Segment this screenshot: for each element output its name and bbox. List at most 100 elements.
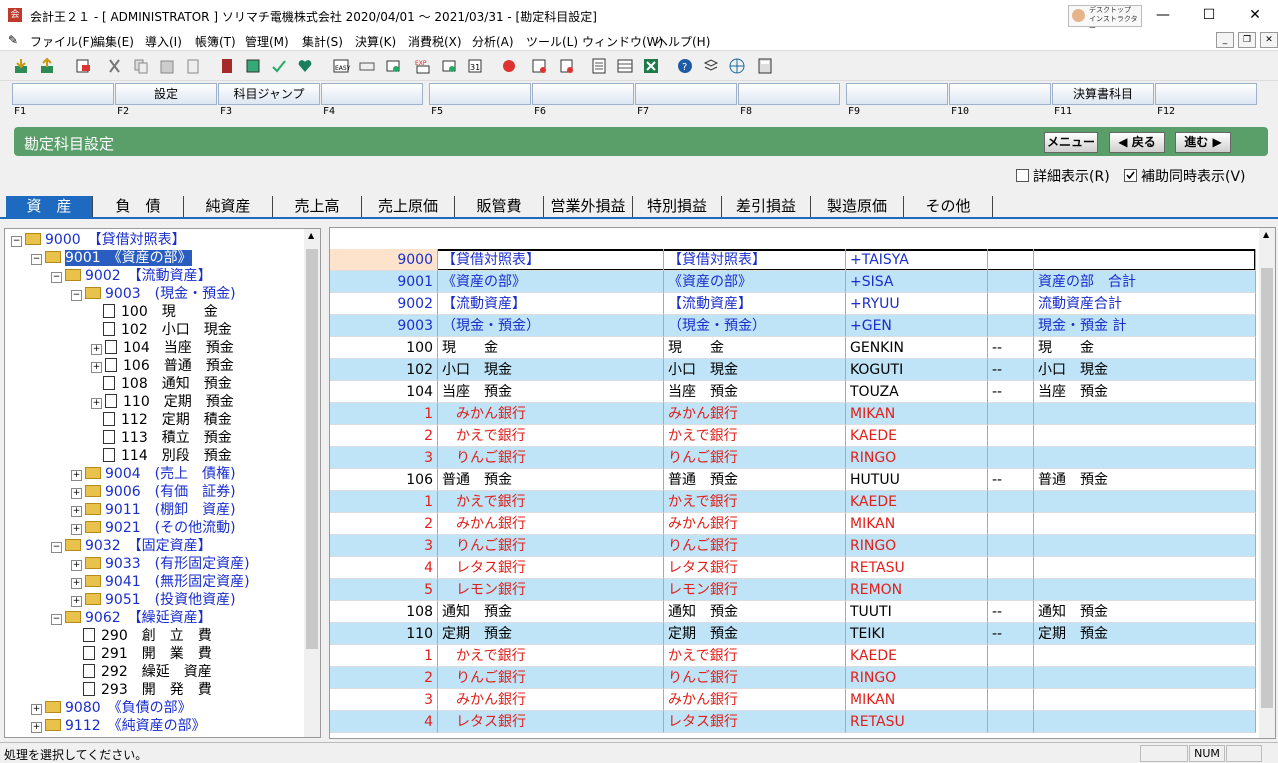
tree-node[interactable]: +9011 (棚卸 資産) xyxy=(71,501,236,519)
table-row[interactable]: 4 レタス銀行 レタス銀行 RETASU xyxy=(330,557,1256,579)
tab-other[interactable]: その他 xyxy=(904,196,993,217)
cell-formal-name[interactable]: かえで銀行 xyxy=(438,425,664,447)
tab-sga[interactable]: 販管費 xyxy=(455,196,544,217)
tab-assets[interactable]: 資 産 xyxy=(6,196,93,217)
scroll-up-icon[interactable]: ▲ xyxy=(308,231,314,240)
cell-code[interactable]: 1 xyxy=(330,645,438,667)
cell-formal-name[interactable]: りんご銀行 xyxy=(438,447,664,469)
cell-short-name[interactable]: 【貸借対照表】 xyxy=(664,249,846,271)
desktop-instructor-button[interactable]: デスクトップ インストラクター xyxy=(1068,5,1142,32)
tree-node[interactable]: 102 小口 現金 xyxy=(91,321,232,339)
f7-button[interactable] xyxy=(635,83,737,105)
cell-initial-key[interactable]: TOUZA xyxy=(846,381,988,403)
cell-short-name[interactable]: レタス銀行 xyxy=(664,711,846,733)
table-row[interactable]: 3 りんご銀行 りんご銀行 RINGO xyxy=(330,535,1256,557)
cell-statement-account[interactable]: 現金・預金 計 xyxy=(1034,315,1256,337)
tree-node[interactable]: +9004 (売上 債権) xyxy=(71,465,236,483)
minimize-icon[interactable]: — xyxy=(1140,0,1186,30)
tree-scrollbar[interactable]: ▲ xyxy=(304,229,320,737)
cell-formal-name[interactable]: かえで銀行 xyxy=(438,491,664,513)
exp-icon[interactable]: EXP xyxy=(414,57,432,75)
cell-initial-key[interactable]: RINGO xyxy=(846,447,988,469)
expand-icon[interactable]: + xyxy=(71,470,82,481)
menu-analysis[interactable]: 分析(A) xyxy=(472,33,514,50)
cell-statement-account[interactable]: 小口 現金 xyxy=(1034,359,1256,381)
cell-code[interactable]: 9001 xyxy=(330,271,438,293)
cell-statement-account[interactable] xyxy=(1034,403,1256,425)
cell-department[interactable] xyxy=(988,491,1034,513)
grid-scrollbar[interactable]: ▲ xyxy=(1259,228,1275,738)
cell-initial-key[interactable]: KAEDE xyxy=(846,491,988,513)
forward-button[interactable]: 進む ▶ xyxy=(1175,132,1231,153)
collapse-icon[interactable]: − xyxy=(51,542,62,553)
tree-node[interactable]: 113 積立 預金 xyxy=(91,429,232,447)
list-icon[interactable] xyxy=(590,57,608,75)
f4-button[interactable] xyxy=(321,83,423,105)
entry-icon[interactable] xyxy=(384,57,402,75)
collapse-icon[interactable]: − xyxy=(31,254,42,265)
paste-icon[interactable] xyxy=(158,57,176,75)
cell-statement-account[interactable]: 通知 預金 xyxy=(1034,601,1256,623)
cell-statement-account[interactable] xyxy=(1034,689,1256,711)
cell-department[interactable] xyxy=(988,249,1034,271)
tree-node[interactable]: 108 通知 預金 xyxy=(91,375,232,393)
collapse-icon[interactable]: − xyxy=(51,614,62,625)
tab-non-operating[interactable]: 営業外損益 xyxy=(544,196,633,217)
sync-checkbox-box[interactable] xyxy=(1124,169,1137,182)
cell-short-name[interactable]: りんご銀行 xyxy=(664,667,846,689)
cell-formal-name[interactable]: みかん銀行 xyxy=(438,513,664,535)
menu-closing[interactable]: 決算(K) xyxy=(355,33,396,50)
cell-formal-name[interactable]: 【流動資産】 xyxy=(438,293,664,315)
cell-code[interactable]: 2 xyxy=(330,425,438,447)
menu-button[interactable]: メニュー xyxy=(1044,132,1098,153)
table-row[interactable]: 102 小口 現金 小口 現金 KOGUTI -- 小口 現金 xyxy=(330,359,1256,381)
tree-node[interactable]: +9006 (有価 証券) xyxy=(71,483,236,501)
cell-short-name[interactable]: みかん銀行 xyxy=(664,513,846,535)
f8-button[interactable] xyxy=(738,83,840,105)
cell-code[interactable]: 110 xyxy=(330,623,438,645)
cell-code[interactable]: 108 xyxy=(330,601,438,623)
expand-icon[interactable]: + xyxy=(91,344,102,355)
cell-initial-key[interactable]: RINGO xyxy=(846,535,988,557)
menu-books[interactable]: 帳簿(T) xyxy=(195,33,236,50)
table-row[interactable]: 5 レモン銀行 レモン銀行 REMON xyxy=(330,579,1256,601)
cell-short-name[interactable]: 現 金 xyxy=(664,337,846,359)
back-button[interactable]: ◀ 戻る xyxy=(1109,132,1165,153)
cell-short-name[interactable]: 当座 預金 xyxy=(664,381,846,403)
cell-department[interactable] xyxy=(988,711,1034,733)
tree-node[interactable]: +104 当座 預金 xyxy=(91,339,234,357)
cell-code[interactable]: 1 xyxy=(330,403,438,425)
cell-code[interactable]: 3 xyxy=(330,447,438,469)
cell-initial-key[interactable]: RINGO xyxy=(846,667,988,689)
f2-settings-button[interactable]: 設定 xyxy=(115,83,217,105)
expand-icon[interactable]: + xyxy=(91,398,102,409)
tree-node[interactable]: 114 別段 預金 xyxy=(91,447,232,465)
cell-department[interactable] xyxy=(988,447,1034,469)
cell-formal-name[interactable]: レモン銀行 xyxy=(438,579,664,601)
f10-button[interactable] xyxy=(949,83,1051,105)
collapse-icon[interactable]: − xyxy=(11,236,22,247)
excel-icon[interactable] xyxy=(642,57,660,75)
cell-department[interactable] xyxy=(988,557,1034,579)
cut-icon[interactable] xyxy=(106,57,124,75)
cell-department[interactable] xyxy=(988,315,1034,337)
menu-help[interactable]: ヘルプ(H) xyxy=(656,33,710,50)
table-row[interactable]: 1 かえで銀行 かえで銀行 KAEDE xyxy=(330,491,1256,513)
book-icon[interactable] xyxy=(218,57,236,75)
tab-manufacturing-cost[interactable]: 製造原価 xyxy=(811,196,904,217)
mdi-restore-icon[interactable]: ❐ xyxy=(1238,32,1256,48)
cell-short-name[interactable]: 普通 預金 xyxy=(664,469,846,491)
expand-icon[interactable]: + xyxy=(71,560,82,571)
cell-code[interactable]: 3 xyxy=(330,689,438,711)
f11-statement-account-button[interactable]: 決算書科目 xyxy=(1052,83,1154,105)
copy-icon[interactable] xyxy=(132,57,150,75)
cell-department[interactable] xyxy=(988,271,1034,293)
close-icon[interactable]: ✕ xyxy=(1232,0,1278,30)
table-row[interactable]: 9000 【貸借対照表】 【貸借対照表】 +TAISYA xyxy=(330,249,1256,271)
tree-node[interactable]: +9021 (その他流動) xyxy=(71,519,236,537)
cell-formal-name[interactable]: 定期 預金 xyxy=(438,623,664,645)
menu-tax[interactable]: 消費税(X) xyxy=(408,33,462,50)
col-code[interactable]: ｺｰﾄﾞ xyxy=(330,228,439,249)
table-icon[interactable] xyxy=(616,57,634,75)
cell-formal-name[interactable]: 《資産の部》 xyxy=(438,271,664,293)
